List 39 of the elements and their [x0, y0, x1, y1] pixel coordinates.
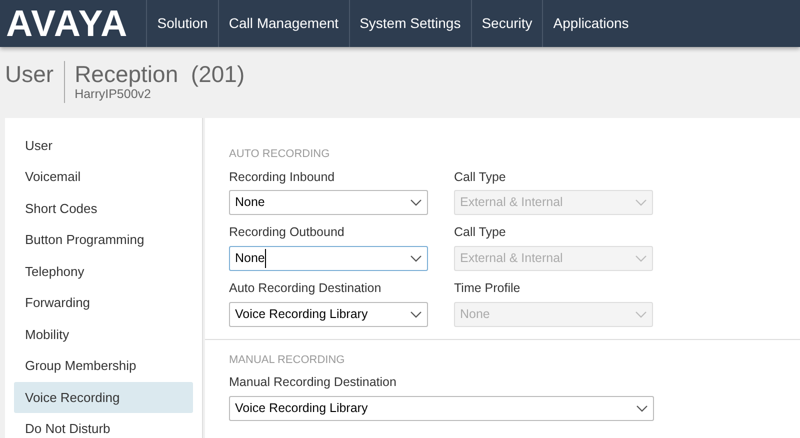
sidebar-item[interactable]: Group Membership: [14, 350, 193, 382]
section-heading: AUTO RECORDING: [229, 147, 331, 162]
page-section-title: User: [0, 61, 65, 103]
sidebar-item[interactable]: Button Programming: [14, 224, 193, 256]
chevron-down-icon: [410, 199, 422, 206]
chevron-down-icon: [635, 255, 647, 262]
field-label: Manual Recording Destination: [229, 374, 398, 392]
sidebar-item[interactable]: User: [14, 130, 193, 161]
dropdown[interactable]: Voice Recording Library: [229, 396, 654, 421]
field-label: Call Type: [454, 168, 507, 186]
field-label: Recording Outbound: [229, 224, 346, 242]
chevron-down-icon: [410, 310, 422, 318]
nav-menu-item[interactable]: Solution: [146, 0, 218, 47]
nav-menu-item[interactable]: Call Management: [218, 0, 349, 47]
chevron-down-icon: [635, 199, 647, 206]
chevron-down-icon: [410, 255, 422, 262]
system-name: HarryIP500v2: [74, 87, 152, 101]
field-label: Call Type: [454, 224, 507, 242]
sidebar-item[interactable]: Do Not Disturb: [14, 414, 193, 438]
dropdown[interactable]: None: [229, 190, 428, 216]
sidebar-item[interactable]: Voice Recording: [14, 382, 193, 413]
chevron-down-icon: [636, 405, 648, 412]
dropdown[interactable]: None: [229, 246, 428, 271]
field-label: Recording Inbound: [229, 168, 336, 186]
sidebar-item[interactable]: Forwarding: [14, 288, 193, 318]
logo: AVAYA: [5, 2, 130, 46]
chevron-down-icon: [635, 310, 647, 318]
record-title: Reception (201): [74, 61, 245, 87]
nav-menu-item[interactable]: Applications: [542, 0, 639, 47]
sidebar-item[interactable]: Mobility: [14, 319, 193, 350]
dropdown[interactable]: Voice Recording Library: [229, 302, 428, 327]
sidebar-item[interactable]: Short Codes: [14, 193, 193, 224]
field-label: Time Profile: [454, 280, 522, 297]
section-heading: MANUAL RECORDING: [229, 352, 346, 368]
nav-menu-item[interactable]: System Settings: [348, 0, 471, 47]
field-label: Auto Recording Destination: [229, 280, 382, 297]
sidebar-item[interactable]: Voicemail: [14, 162, 193, 192]
sidebar-item[interactable]: Telephony: [14, 256, 193, 287]
nav-menu-item[interactable]: Security: [470, 0, 542, 47]
